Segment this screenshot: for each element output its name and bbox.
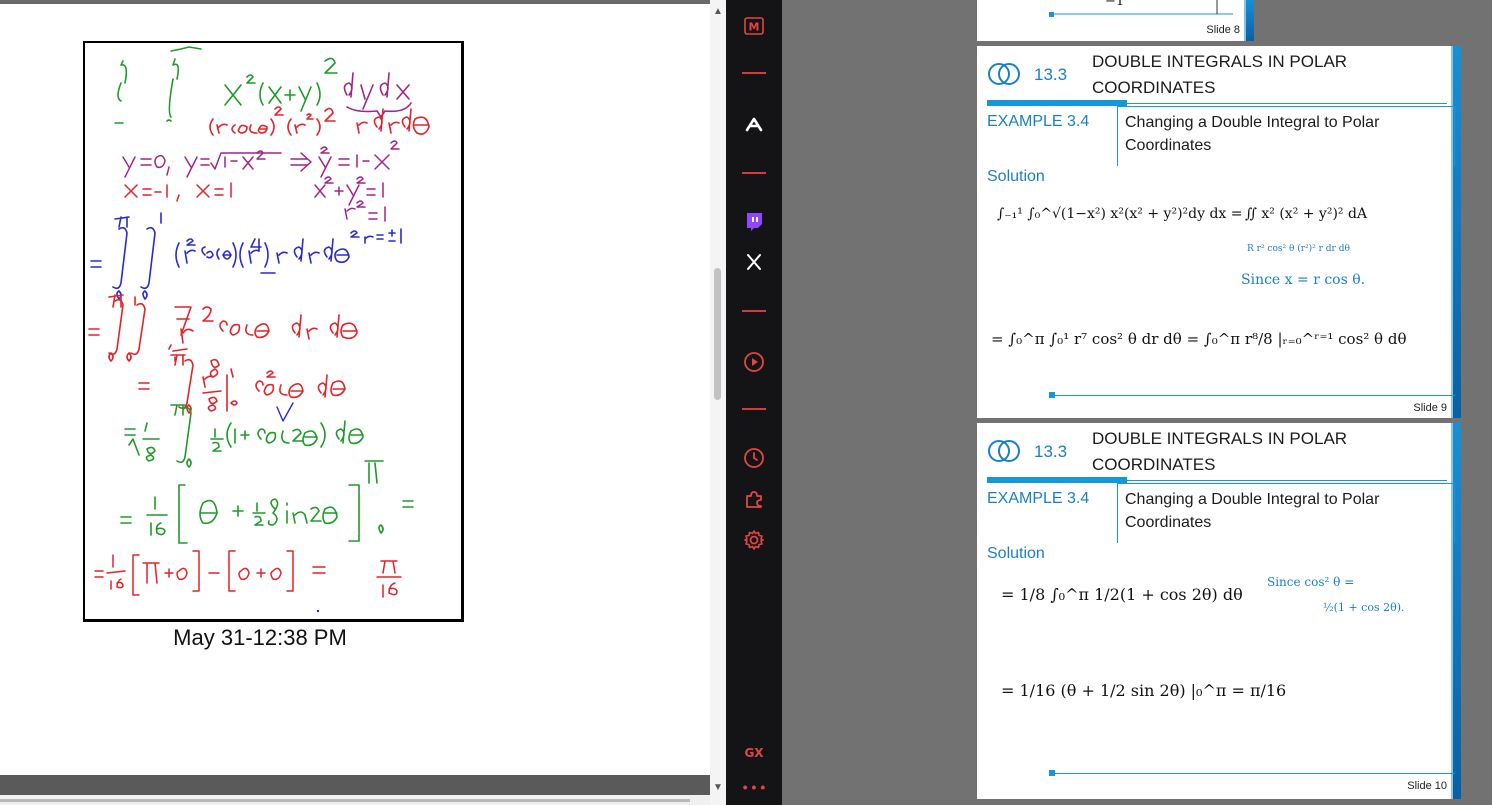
equation-2: = 1/16 (θ + 1/2 sin 2θ) |₀^π = π/16 [1001,681,1287,700]
play-circle-icon[interactable] [726,347,782,377]
equation-1-lhs: ∫₋₁¹ ∫₀^√(1−x²) x²(x² + y²)²dy dx = [997,206,1243,222]
toolbar-separator [742,310,766,312]
equation-1: = 1/8 ∫₀^π 1/2(1 + cos 2θ) dθ [1001,585,1243,604]
handwritten-note-pane[interactable]: May 31-12:38 PM ▲ ▼ [0,0,726,805]
handwritten-math [88,46,430,613]
slide-bottom-rule [1051,773,1455,774]
slide-title-line1: DOUBLE INTEGRALS IN POLAR [1092,52,1348,71]
substitution-note: Since x = r cos θ. [1241,272,1366,288]
screen: May 31-12:38 PM ▲ ▼ M GX • • • −1 Slide … [0,0,1492,805]
header-rule [1127,480,1447,481]
x-twitter-icon[interactable] [726,247,782,277]
slides-viewer[interactable]: −1 1 Slide 8 13.3 DOUBLE INTEGRALS IN PO… [782,0,1492,805]
handwritten-note-page[interactable] [83,41,464,622]
slide-10[interactable]: 13.3 DOUBLE INTEGRALS IN POLAR COORDINAT… [977,423,1461,799]
equation-2: = ∫₀^π ∫₀¹ r⁷ cos² θ dr dθ = ∫₀^π r⁸/8 |… [991,330,1407,348]
more-options-icon[interactable]: • • • [726,780,782,794]
solution-label: Solution [987,168,1045,185]
header-blue-bar [987,100,1127,106]
puzzle-icon[interactable] [726,484,782,514]
venn-circles-icon [988,440,1020,462]
scroll-up-arrow-icon[interactable]: ▲ [710,4,726,20]
section-number: 13.3 [1034,65,1068,84]
slide-number: Slide 9 [1413,402,1447,414]
slide-title-line2: COORDINATES [1092,455,1216,474]
slide-number: Slide 8 [1206,24,1240,36]
example-frame [1117,483,1455,543]
slide-8-axis-label: −1 [1105,0,1125,9]
solution-label: Solution [987,545,1045,562]
identity-note-line2: ½(1 + cos 2θ). [1323,601,1405,614]
slide-title-line1: DOUBLE INTEGRALS IN POLAR [1092,429,1348,448]
bottom-scroll-strip[interactable] [0,795,710,805]
scroll-down-arrow-icon[interactable]: ▼ [710,780,726,796]
equation-1-underbraces: R r² cos² θ (r²)² r dr dθ [1247,244,1350,254]
slide-bottom-marker [1049,392,1055,398]
slide-bottom-rule [1051,395,1455,396]
vertical-scroll-thumb[interactable] [714,268,721,400]
clock-icon[interactable] [726,443,782,473]
slide-title: DOUBLE INTEGRALS IN POLAR COORDINATES [1092,426,1392,478]
toolbar-separator [742,408,766,410]
vertical-scrollbar[interactable]: ▲ ▼ [710,0,726,805]
example-frame [1117,106,1455,166]
header-rule [1127,103,1447,104]
svg-text:M: M [749,21,760,34]
slide-bottom-marker [1049,770,1055,776]
browser-sidebar: M GX • • • [726,0,782,805]
twitch-icon[interactable] [726,206,782,236]
equation-1-rhs: ∬ x² (x² + y²)² dA [1245,206,1368,222]
example-label: EXAMPLE 3.4 [987,113,1090,130]
settings-gear-icon[interactable] [726,525,782,555]
note-top-border [0,0,710,4]
slide-number: Slide 10 [1407,780,1447,792]
section-number: 13.3 [1034,442,1068,461]
slide-title-line2: COORDINATES [1092,78,1216,97]
slide-8[interactable]: −1 1 Slide 8 [977,0,1254,41]
venn-circles-icon [988,63,1020,85]
bottom-scroll-thumb[interactable] [0,799,690,802]
slide-stripe [1453,423,1461,799]
slide-title: DOUBLE INTEGRALS IN POLAR COORDINATES [1092,49,1392,101]
header-blue-bar [987,477,1127,483]
arc-a-icon[interactable] [726,110,782,140]
note-timestamp: May 31-12:38 PM [173,625,347,650]
identity-note-line1: Since cos² θ = [1267,575,1355,589]
gmail-m-icon[interactable]: M [726,11,782,41]
toolbar-separator [742,72,766,74]
example-label: EXAMPLE 3.4 [987,490,1090,507]
horizontal-scrollbar[interactable] [0,775,710,795]
slide-stripe [1453,46,1461,418]
gx-corner-icon[interactable]: GX [726,746,782,760]
toolbar-separator [742,172,766,174]
slide-9[interactable]: 13.3 DOUBLE INTEGRALS IN POLAR COORDINAT… [977,46,1461,418]
